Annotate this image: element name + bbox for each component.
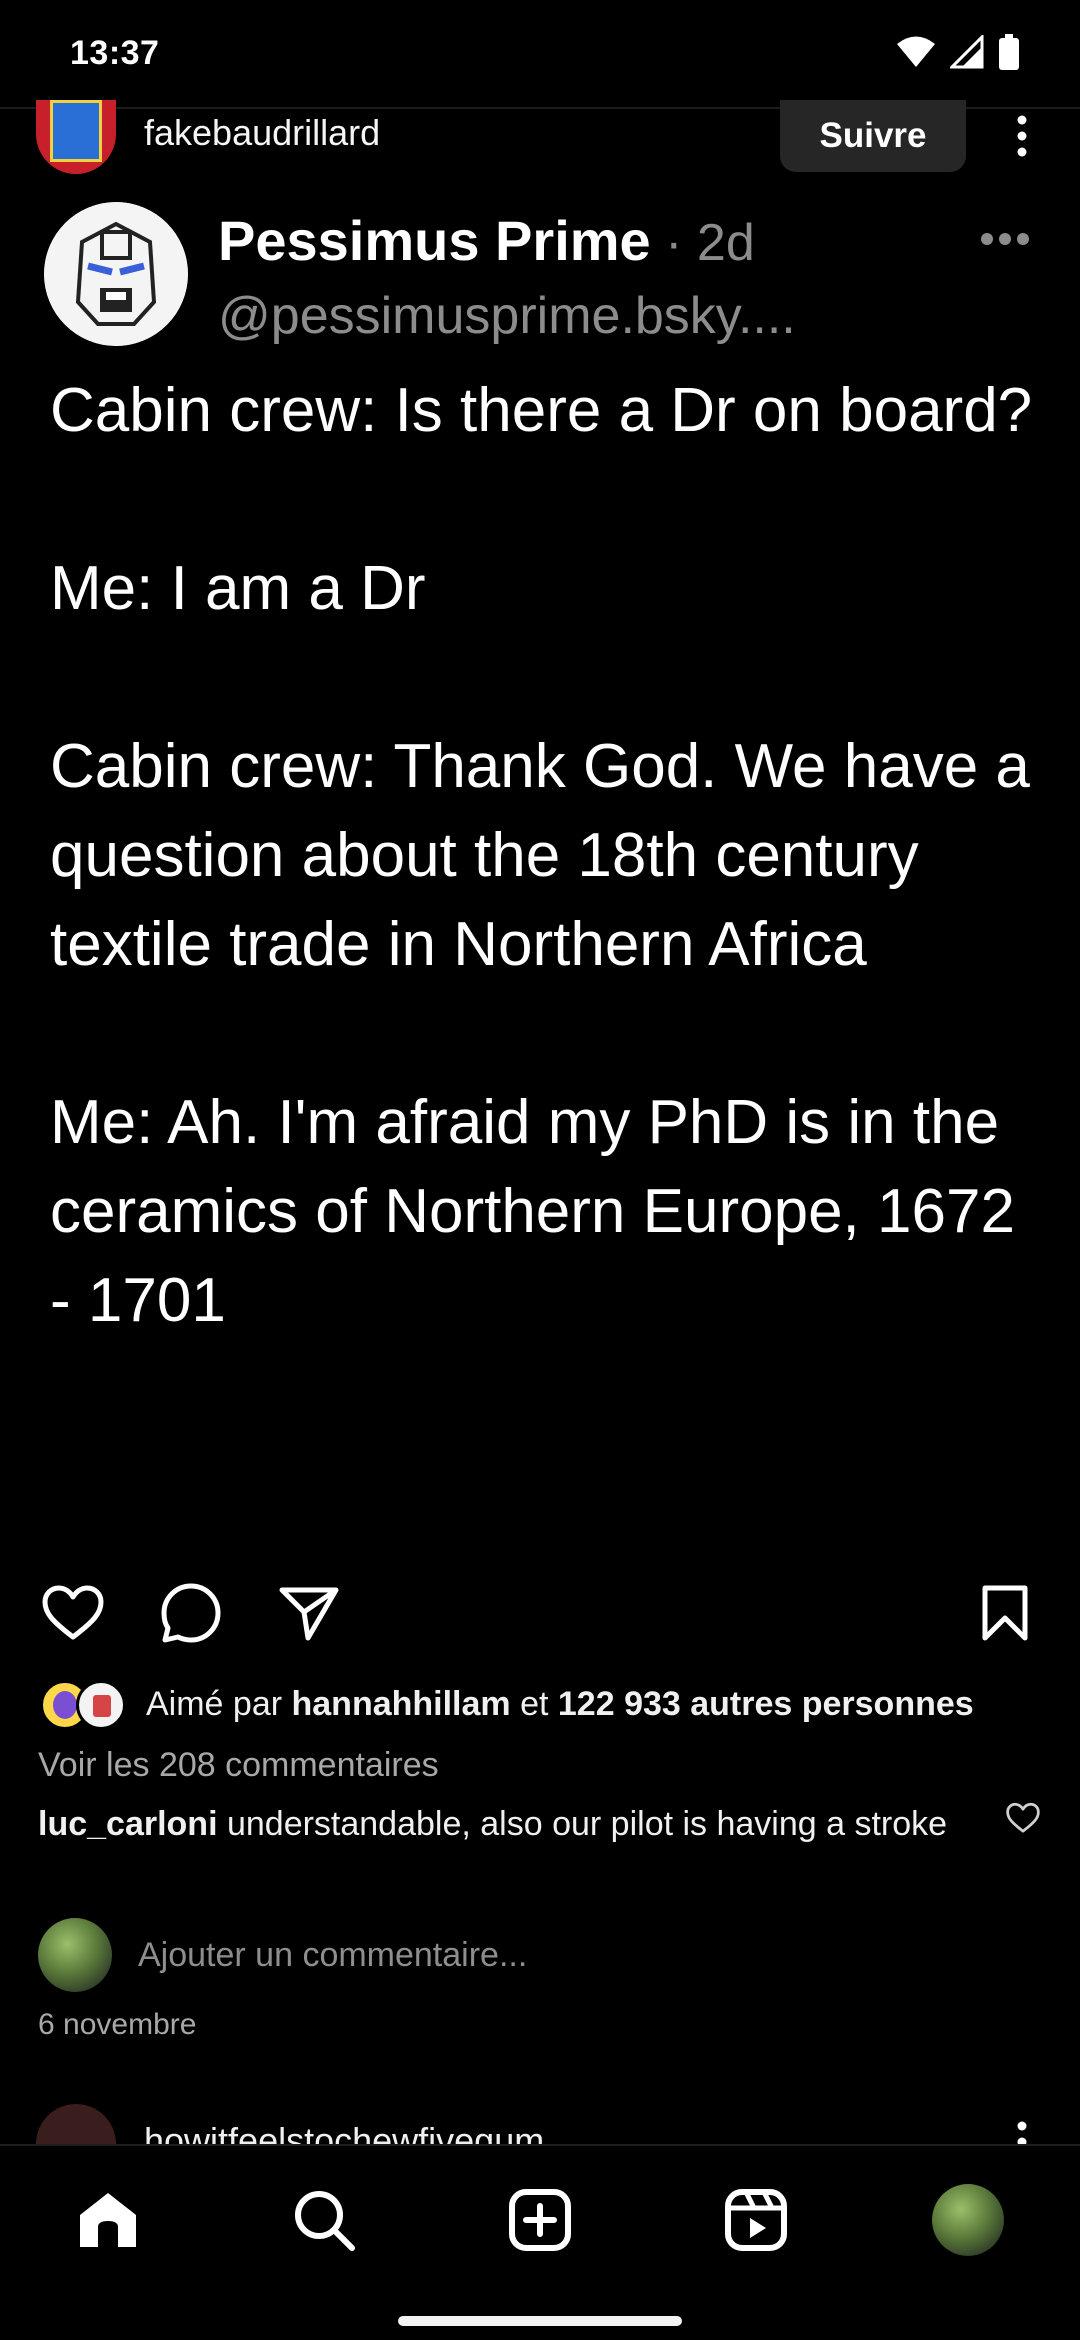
like-heart-icon[interactable] — [40, 1580, 106, 1646]
likes-count[interactable]: 122 933 autres personnes — [558, 1685, 974, 1723]
battery-icon — [998, 34, 1020, 75]
status-time: 13:37 — [70, 34, 160, 72]
next-more-options-icon[interactable] — [1010, 2118, 1034, 2144]
liker-username[interactable]: hannahhillam — [292, 1685, 511, 1723]
author-name: Pessimus Prime · 2d — [218, 208, 755, 273]
likes-row[interactable]: Aimé par hannahhillam et 122 933 autres … — [40, 1676, 974, 1732]
signal-icon — [948, 33, 984, 74]
likes-prefix: Aimé par — [146, 1684, 292, 1723]
add-comment-row[interactable]: Ajouter un commentaire... — [38, 1918, 527, 1992]
share-send-icon[interactable] — [276, 1580, 342, 1646]
comment-like-heart-icon[interactable] — [1006, 1802, 1040, 1836]
post-header: fakebaudrillard Suivre — [0, 100, 1080, 180]
likes-text: Aimé par hannahhillam et 122 933 autres … — [146, 1685, 974, 1724]
comment-bubble-icon[interactable] — [158, 1580, 224, 1646]
reels-icon[interactable] — [718, 2182, 794, 2258]
status-icons — [896, 33, 1020, 75]
wifi-icon — [896, 35, 936, 74]
author-handle: @pessimusprime.bsky.... — [218, 287, 796, 345]
comment-username[interactable]: luc_carloni — [38, 1805, 218, 1843]
next-post-header: howitfeelstochewfivegum — [0, 2104, 1080, 2144]
author-time: · 2d — [650, 214, 755, 272]
comment-preview: luc_carloni understandable, also our pil… — [38, 1800, 988, 1848]
status-bar: 13:37 — [0, 0, 1080, 108]
next-poster-username[interactable]: howitfeelstochewfivegum — [144, 2120, 544, 2144]
profile-avatar[interactable] — [930, 2182, 1006, 2258]
liker-avatars — [40, 1678, 146, 1730]
author-name-text: Pessimus Prime — [218, 209, 651, 272]
add-comment-input[interactable]: Ajouter un commentaire... — [138, 1936, 527, 1975]
poster-username[interactable]: fakebaudrillard — [144, 112, 380, 154]
likes-connector: et — [510, 1684, 558, 1723]
home-icon[interactable] — [70, 2182, 146, 2258]
post-image[interactable]: Pessimus Prime · 2d @pessimusprime.bsky.… — [0, 180, 1080, 1520]
liker-avatar — [76, 1680, 126, 1730]
post-date: 6 novembre — [38, 2008, 197, 2041]
create-post-icon[interactable] — [502, 2182, 578, 2258]
author-avatar — [44, 202, 188, 346]
search-icon[interactable] — [286, 2182, 362, 2258]
post-text: Cabin crew: Is there a Dr on board? Me: … — [50, 376, 1033, 1335]
post-more-icon — [980, 232, 1030, 251]
more-options-icon[interactable] — [1010, 112, 1034, 160]
comment-text: understandable, also our pilot is having… — [217, 1805, 948, 1843]
poster-avatar[interactable] — [36, 100, 116, 174]
bookmark-icon[interactable] — [972, 1580, 1038, 1646]
next-poster-avatar[interactable] — [36, 2104, 116, 2144]
home-indicator[interactable] — [398, 2316, 682, 2326]
follow-button[interactable]: Suivre — [780, 100, 966, 172]
action-row — [0, 1580, 1080, 1650]
my-avatar — [38, 1918, 112, 1992]
view-comments-link[interactable]: Voir les 208 commentaires — [38, 1746, 439, 1785]
bottom-nav — [0, 2144, 1080, 2340]
